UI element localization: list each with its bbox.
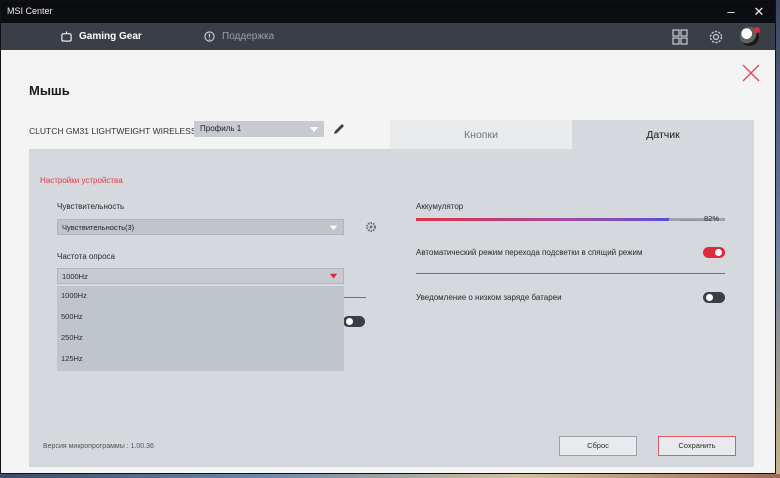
toggle-knob bbox=[346, 318, 353, 325]
close-icon[interactable] bbox=[741, 63, 761, 83]
edit-icon[interactable] bbox=[332, 122, 346, 136]
tab-sensor[interactable]: Датчик bbox=[572, 120, 754, 150]
section-title: Настройки устройства bbox=[40, 176, 123, 185]
low-battery-toggle[interactable] bbox=[703, 292, 725, 303]
option-1000hz[interactable]: 1000Hz bbox=[61, 291, 87, 300]
tab-support-label: Поддержка bbox=[222, 31, 275, 42]
option-500hz[interactable]: 500Hz bbox=[61, 312, 83, 321]
sensitivity-value: Чувствительность(3) bbox=[62, 223, 135, 232]
battery-label: Аккумулятор bbox=[416, 202, 464, 211]
firmware-version: Версия микропрограммы : 1.00.36 bbox=[43, 443, 154, 450]
settings-tabs: Кнопки Датчик bbox=[390, 120, 754, 150]
title-bar: MSI Center – ✕ bbox=[1, 1, 775, 23]
divider bbox=[679, 220, 703, 221]
main-panel: Мышь CLUTCH GM31 LIGHTWEIGHT WIRELESS Пр… bbox=[1, 50, 775, 473]
tab-gaming-gear-label: Gaming Gear bbox=[79, 31, 142, 42]
support-icon bbox=[204, 31, 215, 42]
toggle-knob bbox=[706, 294, 713, 301]
chevron-down-icon bbox=[310, 127, 318, 132]
divider bbox=[344, 297, 366, 298]
notification-dot bbox=[754, 27, 760, 33]
option-125hz[interactable]: 125Hz bbox=[61, 354, 83, 363]
page-title: Мышь bbox=[29, 83, 70, 98]
tab-gaming-gear[interactable]: Gaming Gear bbox=[61, 23, 142, 50]
tab-support[interactable]: Поддержка bbox=[204, 23, 274, 50]
gear-icon[interactable] bbox=[707, 28, 725, 46]
auto-sleep-label: Автоматический режим перехода подсветки … bbox=[416, 248, 643, 257]
chevron-down-icon bbox=[329, 273, 338, 279]
profile-select[interactable]: Профиль 1 bbox=[194, 121, 324, 137]
auto-sleep-toggle[interactable] bbox=[703, 247, 725, 258]
desktop-background bbox=[776, 0, 780, 478]
close-window-button[interactable]: ✕ bbox=[745, 2, 773, 22]
polling-rate-dropdown: 1000Hz 500Hz 250Hz 125Hz bbox=[57, 286, 344, 371]
window-title: MSI Center bbox=[7, 6, 53, 16]
polling-rate-label: Частота опроса bbox=[57, 252, 116, 261]
tab-buttons[interactable]: Кнопки bbox=[390, 120, 572, 150]
sensitivity-select[interactable]: Чувствительность(3) bbox=[57, 219, 344, 235]
top-nav: Gaming Gear Поддержка bbox=[1, 23, 775, 50]
desktop-background bbox=[0, 474, 780, 478]
minimize-button[interactable]: – bbox=[717, 2, 745, 22]
polling-rate-select[interactable]: 1000Hz bbox=[57, 268, 344, 284]
save-button[interactable]: Сохранить bbox=[658, 436, 736, 456]
gear-icon[interactable] bbox=[365, 221, 377, 233]
battery-percent: 82% bbox=[704, 214, 720, 223]
hidden-toggle[interactable] bbox=[343, 316, 365, 327]
low-battery-label: Уведомление о низком заряде батареи bbox=[416, 293, 562, 302]
chevron-down-icon bbox=[329, 225, 338, 231]
sensitivity-label: Чувствительность bbox=[57, 202, 125, 211]
divider bbox=[416, 273, 725, 274]
reset-button[interactable]: Сброс bbox=[559, 436, 637, 456]
polling-rate-value: 1000Hz bbox=[62, 272, 88, 281]
device-name: CLUTCH GM31 LIGHTWEIGHT WIRELESS bbox=[29, 126, 197, 136]
option-250hz[interactable]: 250Hz bbox=[61, 333, 83, 342]
sensor-content: Настройки устройства Чувствительность Чу… bbox=[29, 149, 754, 467]
grid-icon[interactable] bbox=[671, 28, 689, 46]
avatar[interactable] bbox=[740, 27, 760, 46]
app-window: MSI Center – ✕ Gaming Gear Поддержка Мыш… bbox=[0, 0, 776, 474]
profile-value: Профиль 1 bbox=[200, 124, 242, 133]
gamepad-icon bbox=[61, 31, 72, 42]
toggle-knob bbox=[715, 249, 722, 256]
battery-fill bbox=[416, 218, 670, 221]
